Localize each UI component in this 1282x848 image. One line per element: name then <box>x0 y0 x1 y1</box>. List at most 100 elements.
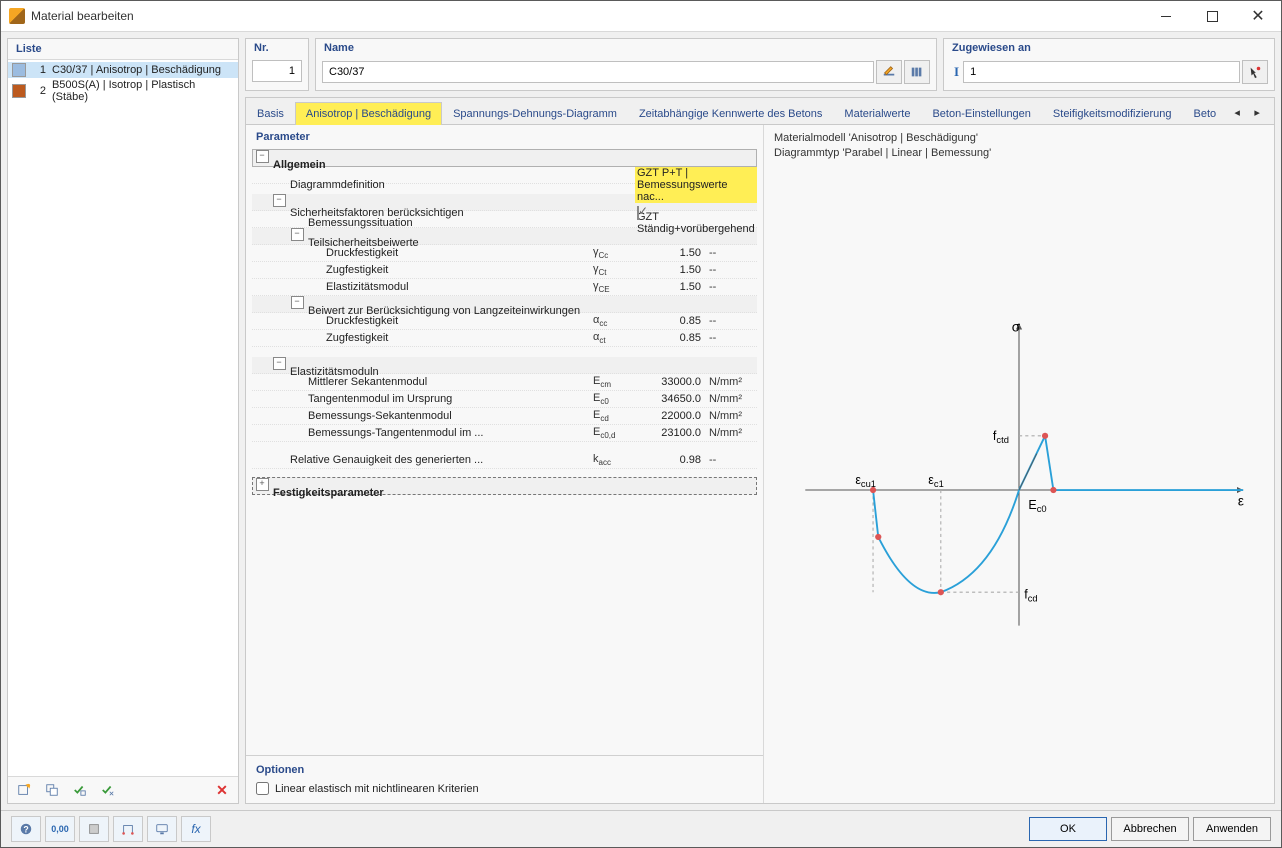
tab-scroll-left[interactable]: ◂ <box>1227 101 1247 124</box>
tab-beto-overflow[interactable]: Beto <box>1183 102 1228 125</box>
list-item[interactable]: 1 C30/37 | Anisotrop | Beschädigung <box>8 62 238 78</box>
pick-button[interactable] <box>1242 60 1268 84</box>
row-ec0d[interactable]: Bemessungs-Tangentenmodul im ...Ec0,d231… <box>252 425 757 442</box>
library-button[interactable] <box>904 60 930 84</box>
delete-item-button[interactable]: ✕ <box>210 778 234 802</box>
tabbar: Basis Anisotrop | Beschädigung Spannungs… <box>246 98 1274 125</box>
apply-button[interactable]: Anwenden <box>1193 817 1271 841</box>
parameter-title: Parameter <box>246 125 763 149</box>
svg-text:εcu1: εcu1 <box>855 473 876 489</box>
group-beiwert[interactable]: −Beiwert zur Berücksichtigung von Langze… <box>252 296 757 313</box>
collapse-icon[interactable]: − <box>291 296 304 309</box>
beam-icon: I <box>954 64 959 80</box>
nr-label: Nr. <box>246 39 308 54</box>
material-list-panel: Liste 1 C30/37 | Anisotrop | Beschädigun… <box>7 38 239 804</box>
group-elastizitaet[interactable]: −Elastizitätsmoduln <box>252 357 757 374</box>
stress-strain-chart: σ ε <box>774 162 1264 797</box>
collapse-icon[interactable]: − <box>273 357 286 370</box>
material-swatch <box>12 63 26 77</box>
collapse-icon[interactable]: − <box>273 194 286 207</box>
zugewiesen-label: Zugewiesen an <box>944 39 1274 54</box>
tab-beton[interactable]: Beton-Einstellungen <box>921 102 1041 125</box>
options-panel: Optionen Linear elastisch mit nichtlinea… <box>246 755 763 803</box>
zugewiesen-input[interactable] <box>963 61 1240 83</box>
material-list: 1 C30/37 | Anisotrop | Beschädigung 2 B5… <box>8 60 238 776</box>
collapse-icon[interactable]: − <box>291 228 304 241</box>
name-input[interactable] <box>322 61 874 83</box>
svg-text:fctd: fctd <box>993 429 1009 445</box>
row-ecd[interactable]: Bemessungs-SekantenmodulEcd22000.0N/mm² <box>252 408 757 425</box>
row-zug-alpha[interactable]: Zugfestigkeitαct0.85-- <box>252 330 757 347</box>
right-pane: Nr. Name Zugewiesen an I <box>245 38 1275 804</box>
check-b-button[interactable] <box>96 778 120 802</box>
list-item[interactable]: 2 B500S(A) | Isotrop | Plastisch (Stäbe) <box>8 78 238 104</box>
linear-elastic-label: Linear elastisch mit nichtlinearen Krite… <box>275 783 479 795</box>
svg-text:fcd: fcd <box>1024 587 1037 603</box>
cancel-button[interactable]: Abbrechen <box>1111 817 1189 841</box>
list-toolbar: ✕ <box>8 776 238 803</box>
row-zug-gamma[interactable]: ZugfestigkeitγCt1.50-- <box>252 262 757 279</box>
linear-elastic-checkbox[interactable]: Linear elastisch mit nichtlinearen Krite… <box>256 782 753 795</box>
maximize-button[interactable] <box>1189 1 1235 31</box>
sicherheits-checkbox[interactable] <box>637 206 639 220</box>
name-field-block: Name <box>315 38 937 91</box>
svg-text:Ec0: Ec0 <box>1028 498 1046 514</box>
list-item-label: B500S(A) | Isotrop | Plastisch (Stäbe) <box>52 79 234 103</box>
row-ecm[interactable]: Mittlerer SekantenmodulEcm33000.0N/mm² <box>252 374 757 391</box>
zugewiesen-field-block: Zugewiesen an I <box>943 38 1275 91</box>
row-druck-gamma[interactable]: DruckfestigkeitγCc1.50-- <box>252 245 757 262</box>
tabs-panel: Basis Anisotrop | Beschädigung Spannungs… <box>245 97 1275 804</box>
group-allgemein[interactable]: −Allgemein <box>252 149 757 167</box>
material-swatch <box>12 84 26 98</box>
app-icon <box>9 8 25 24</box>
tab-basis[interactable]: Basis <box>246 102 295 125</box>
svg-text:εc1: εc1 <box>928 473 943 489</box>
check-a-button[interactable] <box>68 778 92 802</box>
layer-button[interactable] <box>79 816 109 842</box>
close-button[interactable]: ✕ <box>1235 1 1281 31</box>
list-title: Liste <box>8 39 238 60</box>
tab-materialwerte[interactable]: Materialwerte <box>833 102 921 125</box>
diagram-caption-1: Materialmodell 'Anisotrop | Beschädigung… <box>774 131 1264 146</box>
frame-button[interactable] <box>113 816 143 842</box>
help-button[interactable]: ? <box>11 816 41 842</box>
diagram-panel: Materialmodell 'Anisotrop | Beschädigung… <box>764 125 1274 803</box>
svg-text:?: ? <box>23 825 28 835</box>
row-druck-alpha[interactable]: Druckfestigkeitαcc0.85-- <box>252 313 757 330</box>
nr-input[interactable] <box>252 60 302 82</box>
tab-anisotrop[interactable]: Anisotrop | Beschädigung <box>295 102 442 125</box>
options-title: Optionen <box>246 758 763 778</box>
tab-spannungs[interactable]: Spannungs-Dehnungs-Diagramm <box>442 102 628 125</box>
display-button[interactable] <box>147 816 177 842</box>
row-kacc[interactable]: Relative Genauigkeit des generierten ...… <box>252 452 757 469</box>
titlebar: Material bearbeiten ✕ <box>1 1 1281 32</box>
expand-icon[interactable]: + <box>256 478 269 491</box>
linear-elastic-input[interactable] <box>256 782 269 795</box>
tab-steifigkeit[interactable]: Steifigkeitsmodifizierung <box>1042 102 1183 125</box>
diagram-caption-2: Diagrammtyp 'Parabel | Linear | Bemessun… <box>774 146 1264 161</box>
parameter-panel: Parameter −Allgemein DiagrammdefinitionG… <box>246 125 764 803</box>
name-label: Name <box>316 39 936 54</box>
copy-item-button[interactable] <box>40 778 64 802</box>
minimize-button[interactable] <box>1143 1 1189 31</box>
tab-zeitabh[interactable]: Zeitabhängige Kennwerte des Betons <box>628 102 833 125</box>
units-button[interactable]: 0,00 <box>45 816 75 842</box>
list-item-num: 2 <box>32 85 46 97</box>
list-item-num: 1 <box>32 64 46 76</box>
svg-text:σ: σ <box>1012 319 1021 334</box>
dialog-footer: ? 0,00 fx OK Abbrechen Anwenden <box>1 810 1281 847</box>
svg-text:ε: ε <box>1238 493 1244 508</box>
collapse-icon[interactable]: − <box>256 150 269 163</box>
group-festigkeit[interactable]: +Festigkeitsparameter <box>252 477 757 495</box>
row-ec0[interactable]: Tangentenmodul im UrsprungEc034650.0N/mm… <box>252 391 757 408</box>
list-item-label: C30/37 | Anisotrop | Beschädigung <box>52 64 221 76</box>
ok-button[interactable]: OK <box>1029 817 1107 841</box>
new-item-button[interactable] <box>12 778 36 802</box>
edit-name-button[interactable] <box>876 60 902 84</box>
nr-field-block: Nr. <box>245 38 309 91</box>
window-title: Material bearbeiten <box>31 9 134 23</box>
row-emod-gamma[interactable]: ElastizitätsmodulγCE1.50-- <box>252 279 757 296</box>
tab-scroll-right[interactable]: ▸ <box>1247 101 1267 124</box>
window: Material bearbeiten ✕ Liste 1 C30/37 | A… <box>0 0 1282 848</box>
fx-button[interactable]: fx <box>181 816 211 842</box>
